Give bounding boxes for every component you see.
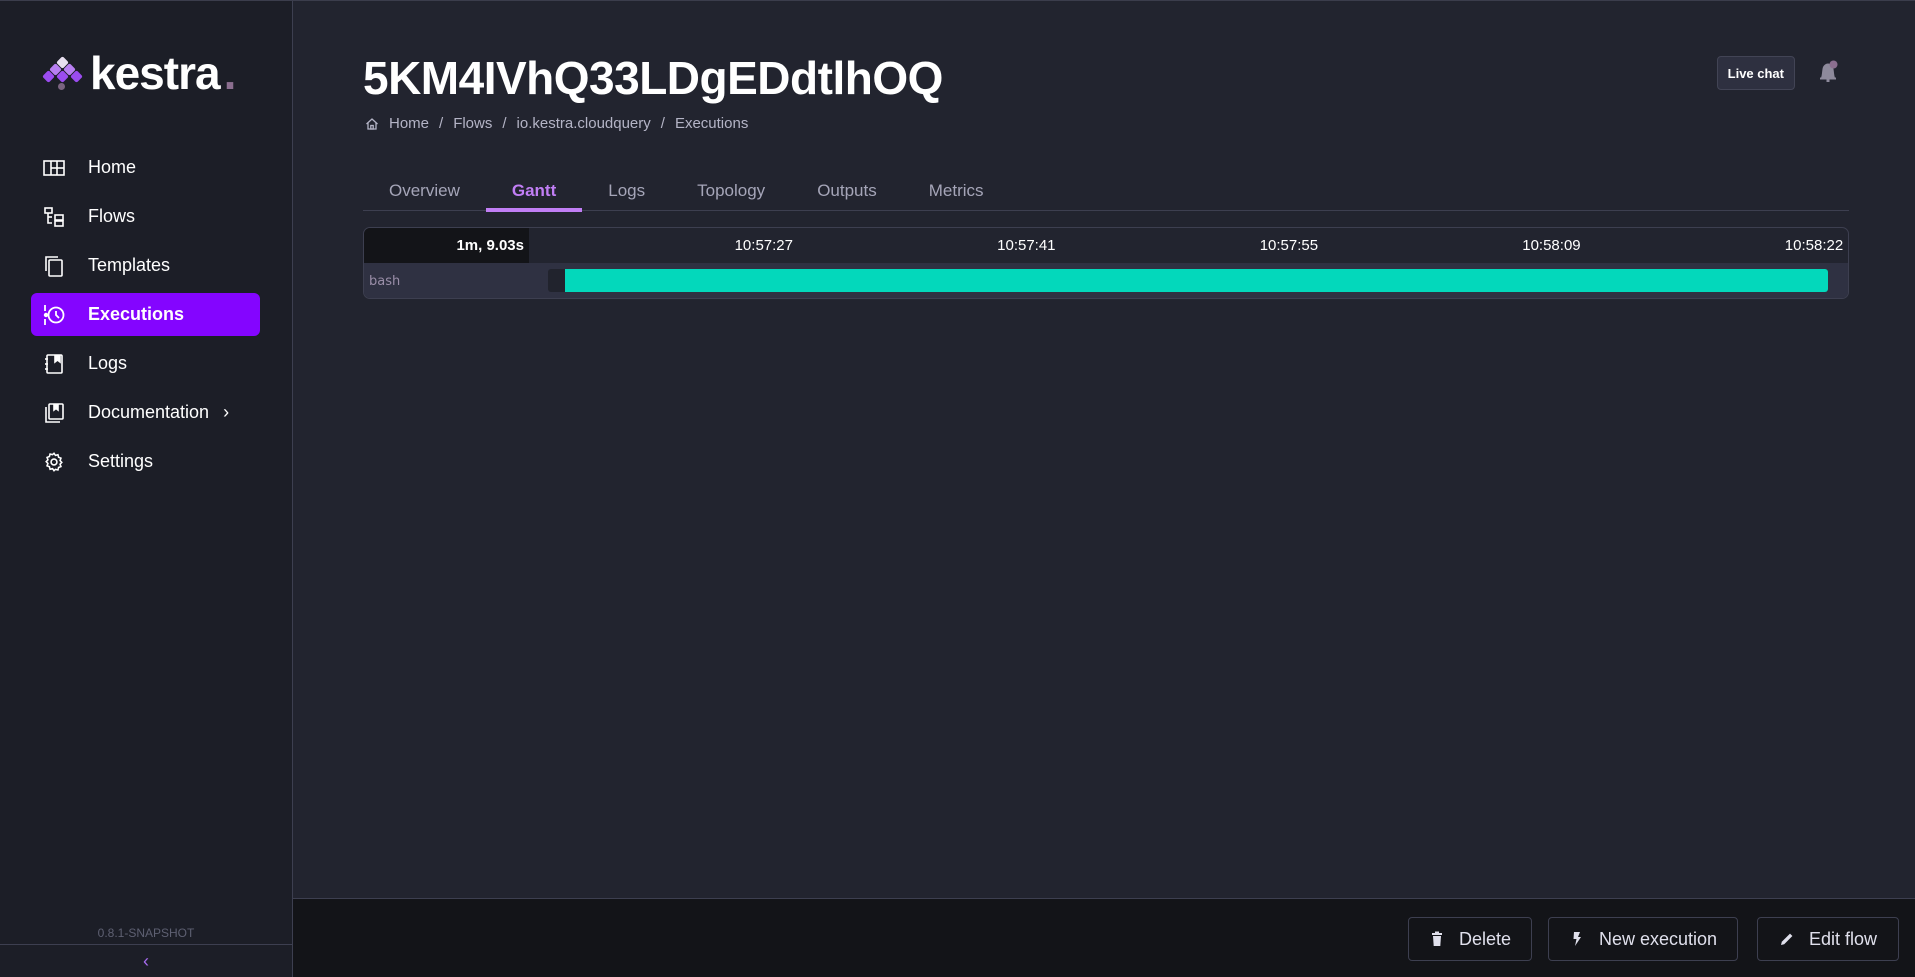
gantt-tick: 10:58:22 xyxy=(1784,237,1844,254)
collapse-sidebar-button[interactable]: ‹ xyxy=(0,944,292,977)
kestra-logo-icon xyxy=(42,55,83,91)
notifications-button[interactable] xyxy=(1816,59,1840,85)
tab-overview[interactable]: Overview xyxy=(363,171,486,211)
templates-icon xyxy=(43,255,65,277)
gantt-tick: 10:57:27 xyxy=(734,237,793,254)
sidebar-item-label: Executions xyxy=(88,304,185,324)
execution-tabs: Overview Gantt Logs Topology Outputs Met… xyxy=(363,171,1849,212)
logs-icon xyxy=(43,353,65,375)
breadcrumb-separator: / xyxy=(439,115,444,132)
trash-icon xyxy=(1431,931,1442,946)
delete-label: Delete xyxy=(1458,928,1512,949)
edit-flow-label: Edit flow xyxy=(1808,928,1878,949)
breadcrumb-separator: / xyxy=(502,115,507,132)
sidebar-item-executions[interactable]: Executions xyxy=(31,293,260,336)
sidebar-item-settings[interactable]: Settings xyxy=(31,440,260,483)
sidebar-item-templates[interactable]: Templates xyxy=(31,244,260,287)
breadcrumb-executions[interactable]: Executions xyxy=(675,115,748,132)
documentation-icon xyxy=(43,402,65,424)
home-icon xyxy=(366,117,378,130)
tab-logs[interactable]: Logs xyxy=(582,171,671,211)
tab-topology[interactable]: Topology xyxy=(671,171,791,211)
sidebar-item-documentation[interactable]: Documentation › xyxy=(31,391,260,434)
task-name: bash xyxy=(369,274,401,289)
sidebar-item-label: Templates xyxy=(88,255,171,275)
gantt-bar-track xyxy=(548,269,1828,292)
breadcrumb-separator: / xyxy=(660,115,665,132)
sidebar-item-flows[interactable]: Flows xyxy=(31,195,260,238)
executions-icon xyxy=(43,304,65,326)
sidebar-item-label: Flows xyxy=(88,206,136,226)
breadcrumb: Home / Flows / io.kestra.cloudquery / Ex… xyxy=(365,115,748,132)
breadcrumb-flows[interactable]: Flows xyxy=(453,115,492,132)
sidebar-item-label: Settings xyxy=(88,451,154,471)
sidebar: kestra. Home Flows Templates Executions xyxy=(0,1,293,977)
home-grid-icon xyxy=(43,157,65,179)
sidebar-item-label: Home xyxy=(88,157,137,177)
new-execution-button[interactable]: New execution xyxy=(1548,917,1738,961)
kestra-logo[interactable]: kestra. xyxy=(42,47,237,99)
tab-metrics[interactable]: Metrics xyxy=(903,171,1010,211)
tab-outputs[interactable]: Outputs xyxy=(791,171,903,211)
main-content: 5KM4IVhQ33LDgEDdtlhOQ Home / Flows / io.… xyxy=(293,1,1915,898)
sidebar-item-label: Logs xyxy=(88,353,128,373)
gantt-tick: 10:57:41 xyxy=(997,237,1056,254)
chevron-left-icon: ‹ xyxy=(143,951,149,971)
gantt-chart: 1m, 9.03s 10:57:27 10:57:41 10:57:55 10:… xyxy=(363,227,1849,299)
gantt-tick: 10:58:09 xyxy=(1522,237,1581,254)
gear-icon xyxy=(43,451,65,473)
sidebar-item-label: Documentation xyxy=(88,402,210,422)
gantt-task-bar[interactable] xyxy=(564,269,1828,292)
breadcrumb-namespace[interactable]: io.kestra.cloudquery xyxy=(517,115,651,132)
gantt-time-axis: 10:57:27 10:57:41 10:57:55 10:58:09 10:5… xyxy=(529,228,1848,263)
gantt-tick: 10:57:55 xyxy=(1259,237,1319,254)
page-title: 5KM4IVhQ33LDgEDdtlhOQ xyxy=(363,52,943,104)
gantt-header: 1m, 9.03s 10:57:27 10:57:41 10:57:55 10:… xyxy=(364,228,1848,263)
sidebar-nav: Home Flows Templates Executions Logs Doc… xyxy=(31,146,260,489)
sidebar-item-logs[interactable]: Logs xyxy=(31,342,260,385)
breadcrumb-home[interactable]: Home xyxy=(389,115,429,132)
tab-gantt[interactable]: Gantt xyxy=(485,171,583,212)
gantt-task-row[interactable]: bash xyxy=(364,263,1848,298)
total-duration: 1m, 9.03s xyxy=(364,228,529,263)
lightning-icon xyxy=(1573,932,1581,946)
delete-button[interactable]: Delete xyxy=(1408,917,1532,961)
pencil-icon xyxy=(1780,933,1793,945)
edit-flow-button[interactable]: Edit flow xyxy=(1757,917,1899,961)
chevron-right-icon: › xyxy=(223,402,230,422)
version-label: 0.8.1-SNAPSHOT xyxy=(97,926,195,940)
logo-dot: . xyxy=(223,47,237,99)
action-bar: Delete New execution Edit flow xyxy=(293,898,1915,977)
new-execution-label: New execution xyxy=(1598,928,1718,949)
bell-icon xyxy=(1820,60,1838,82)
live-chat-button[interactable]: Live chat xyxy=(1716,56,1795,90)
sidebar-item-home[interactable]: Home xyxy=(31,146,260,189)
flows-icon xyxy=(43,206,65,228)
logo-text: kestra xyxy=(90,47,221,99)
